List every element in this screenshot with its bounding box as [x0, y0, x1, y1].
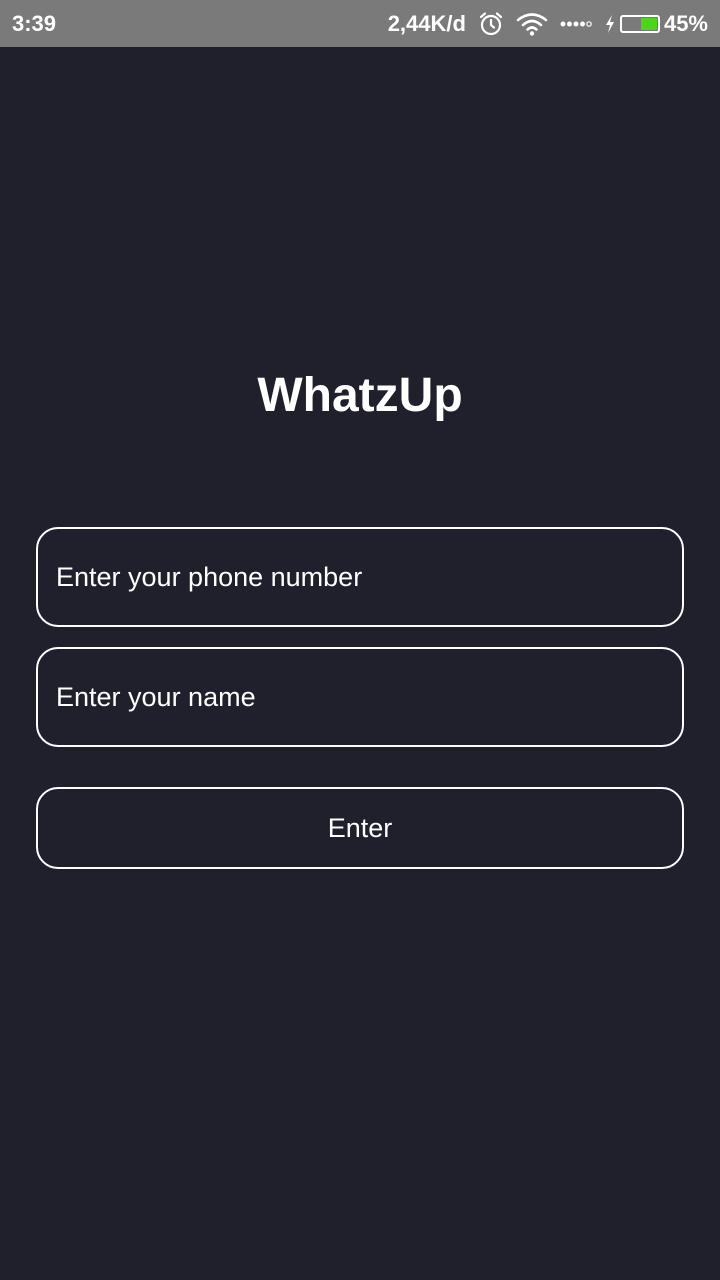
- alarm-icon: [478, 11, 504, 37]
- charging-icon: [605, 14, 614, 33]
- battery-fill: [640, 17, 657, 30]
- wifi-icon: [516, 12, 548, 36]
- app-title: WhatzUp: [257, 369, 463, 422]
- phone-number-input[interactable]: [36, 527, 684, 627]
- network-speed: 2,44K/d: [387, 10, 466, 36]
- status-indicators: 2,44K/d 45%: [388, 11, 708, 37]
- battery-percent: 45%: [663, 10, 708, 36]
- enter-button[interactable]: Enter: [36, 787, 684, 869]
- name-input[interactable]: [36, 647, 684, 747]
- battery-indicator: 45%: [604, 11, 708, 37]
- signal-icon: [560, 19, 592, 29]
- status-time: 3:39: [12, 10, 57, 36]
- battery-icon: [619, 14, 660, 33]
- status-bar: 3:39 2,44K/d 45%: [0, 0, 720, 47]
